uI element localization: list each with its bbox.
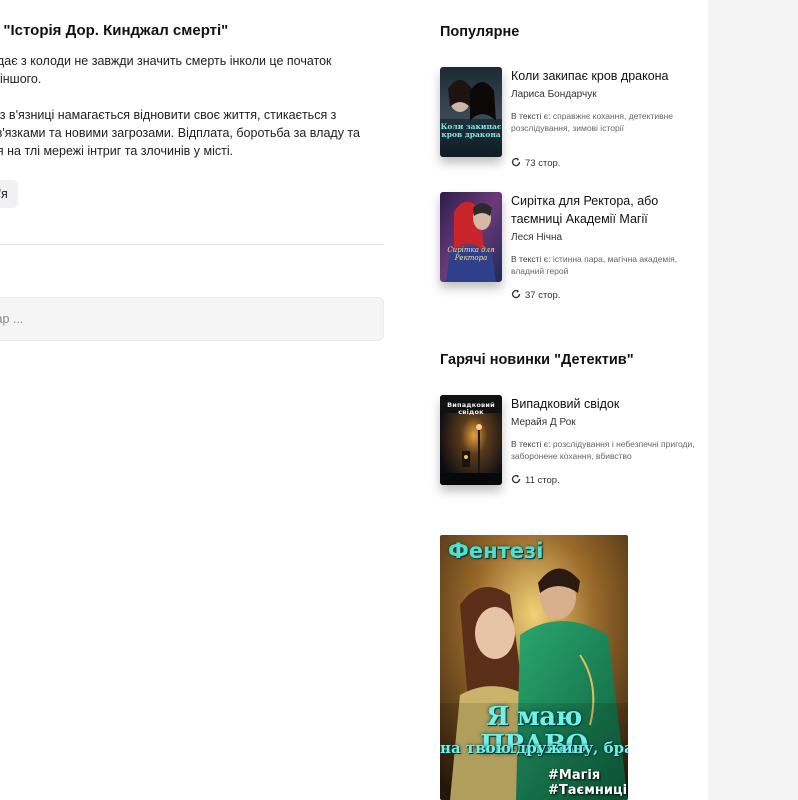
book-title-link[interactable]: Коли закипає кров дракона — [511, 67, 701, 85]
refresh-icon — [511, 157, 521, 167]
book-title-link[interactable]: Випадковий свідок — [511, 395, 701, 413]
book-author[interactable]: Леся Нічна — [511, 232, 701, 243]
book-description: адає з колоди не завжди значить смерть і… — [0, 52, 382, 178]
comment-input[interactable] — [0, 298, 383, 340]
book-tags: В тексті є: розслідування і небезпечні п… — [511, 438, 701, 462]
book-tags: В тексті є: справжнє кохання, детективне… — [511, 110, 701, 134]
hot-book-card[interactable]: Випадковий свідок Випадковий свідок Мера… — [440, 395, 700, 495]
cover-title-text: Випадковий свідок — [447, 401, 495, 416]
page-count-text: 11 стор. — [525, 475, 560, 486]
banner-title-line2: на твою дружину, брате! — [440, 739, 628, 757]
comment-field[interactable] — [0, 297, 384, 341]
popular-section-title: Популярне — [440, 24, 520, 40]
page-count-text: 37 стор. — [525, 290, 561, 301]
book-author[interactable]: Лариса Бондарчук — [511, 89, 701, 100]
hot-new-section-title: Гарячі новинки "Детектив" — [440, 352, 634, 368]
page-count: 37 стор. — [511, 289, 560, 301]
tags-label: В тексті є: — [511, 111, 551, 121]
book-tags: В тексті є: істинна пара, магічна академ… — [511, 253, 701, 277]
popular-book-card[interactable]: Сирітка для Ректора Сирітка для Ректора,… — [440, 192, 700, 307]
banner-hashtag-2: #Таємниці — [548, 783, 628, 798]
tags-label: В тексті є: — [511, 254, 551, 264]
promo-banner[interactable]: Фентезі Я маю ПРАВО на твою дружину, бра… — [440, 535, 628, 800]
right-gutter — [708, 0, 798, 800]
cover-title-text: Коли закипає кров дракона — [440, 122, 502, 139]
banner-hashtag-1: #Магія — [548, 768, 601, 783]
cover-title-text: Сирітка для Ректора — [447, 246, 495, 262]
description-paragraph-2: у з в'язниці намагається відновити своє … — [0, 108, 360, 158]
refresh-icon — [511, 289, 521, 299]
genre-tag-chip[interactable]: м'я — [0, 180, 18, 208]
promo-banner-art — [440, 535, 628, 800]
book-cover[interactable]: Коли закипає кров дракона — [440, 67, 502, 157]
popular-book-card[interactable]: Коли закипає кров дракона Коли закипає к… — [440, 67, 700, 177]
page-count: 73 стор. — [511, 157, 560, 169]
description-paragraph-1: адає з колоди не завжди значить смерть і… — [0, 54, 332, 86]
page-count: 11 стор. — [511, 474, 560, 486]
book-title: и "Історія Дор. Кинджал смерті" — [0, 22, 229, 39]
section-divider — [0, 244, 384, 245]
refresh-icon — [511, 474, 521, 484]
tags-label: В тексті є: — [511, 439, 551, 449]
book-title-link[interactable]: Сирітка для Ректора, або таємниці Академ… — [511, 192, 701, 228]
book-cover[interactable]: Випадковий свідок — [440, 395, 502, 485]
page-count-text: 73 стор. — [525, 158, 561, 169]
banner-genre: Фентезі — [448, 539, 544, 563]
book-author[interactable]: Мерайя Д Рок — [511, 417, 701, 428]
book-cover[interactable]: Сирітка для Ректора — [440, 192, 502, 282]
